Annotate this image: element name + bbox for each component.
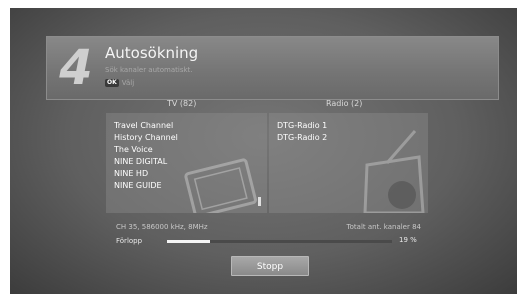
ok-key-icon: OK <box>105 79 119 87</box>
list-item[interactable]: NINE GUIDE <box>114 180 178 192</box>
ok-hint: OK Välj <box>105 78 134 88</box>
header-panel: 4 Autosökning Sök kanaler automatiskt. O… <box>46 36 499 100</box>
list-item[interactable]: The Voice <box>114 144 178 156</box>
progress-percent: 19 % <box>399 236 417 244</box>
step-number: 4 <box>59 40 93 96</box>
list-item[interactable]: Travel Channel <box>114 120 178 132</box>
list-item[interactable]: NINE DIGITAL <box>114 156 178 168</box>
stop-button[interactable]: Stopp <box>231 256 309 276</box>
tv-channel-list[interactable]: Travel Channel History Channel The Voice… <box>106 113 267 213</box>
scroll-indicator[interactable] <box>258 197 261 206</box>
page-title: Autosökning <box>105 44 199 62</box>
list-item[interactable]: History Channel <box>114 132 178 144</box>
frequency-info: CH 35, 586000 kHz, 8MHz <box>116 223 208 231</box>
progress-fill <box>167 240 210 243</box>
radio-list-header: Radio (2) <box>326 99 363 108</box>
radio-channel-list[interactable]: DTG-Radio 1 DTG-Radio 2 <box>269 113 428 213</box>
list-item[interactable]: NINE HD <box>114 168 178 180</box>
ok-hint-label: Välj <box>121 79 135 87</box>
total-channels: Totalt ant. kanaler 84 <box>346 223 421 231</box>
list-item[interactable]: DTG-Radio 2 <box>277 132 327 144</box>
radio-channel-items: DTG-Radio 1 DTG-Radio 2 <box>277 120 327 144</box>
progress-label: Förlopp <box>116 237 143 245</box>
tv-list-header: TV (82) <box>167 99 197 108</box>
list-item[interactable]: DTG-Radio 1 <box>277 120 327 132</box>
tv-channel-items: Travel Channel History Channel The Voice… <box>114 120 178 192</box>
page-subtitle: Sök kanaler automatiskt. <box>105 66 193 74</box>
tv-screen: 4 Autosökning Sök kanaler automatiskt. O… <box>10 8 517 294</box>
progress-bar <box>167 240 392 243</box>
